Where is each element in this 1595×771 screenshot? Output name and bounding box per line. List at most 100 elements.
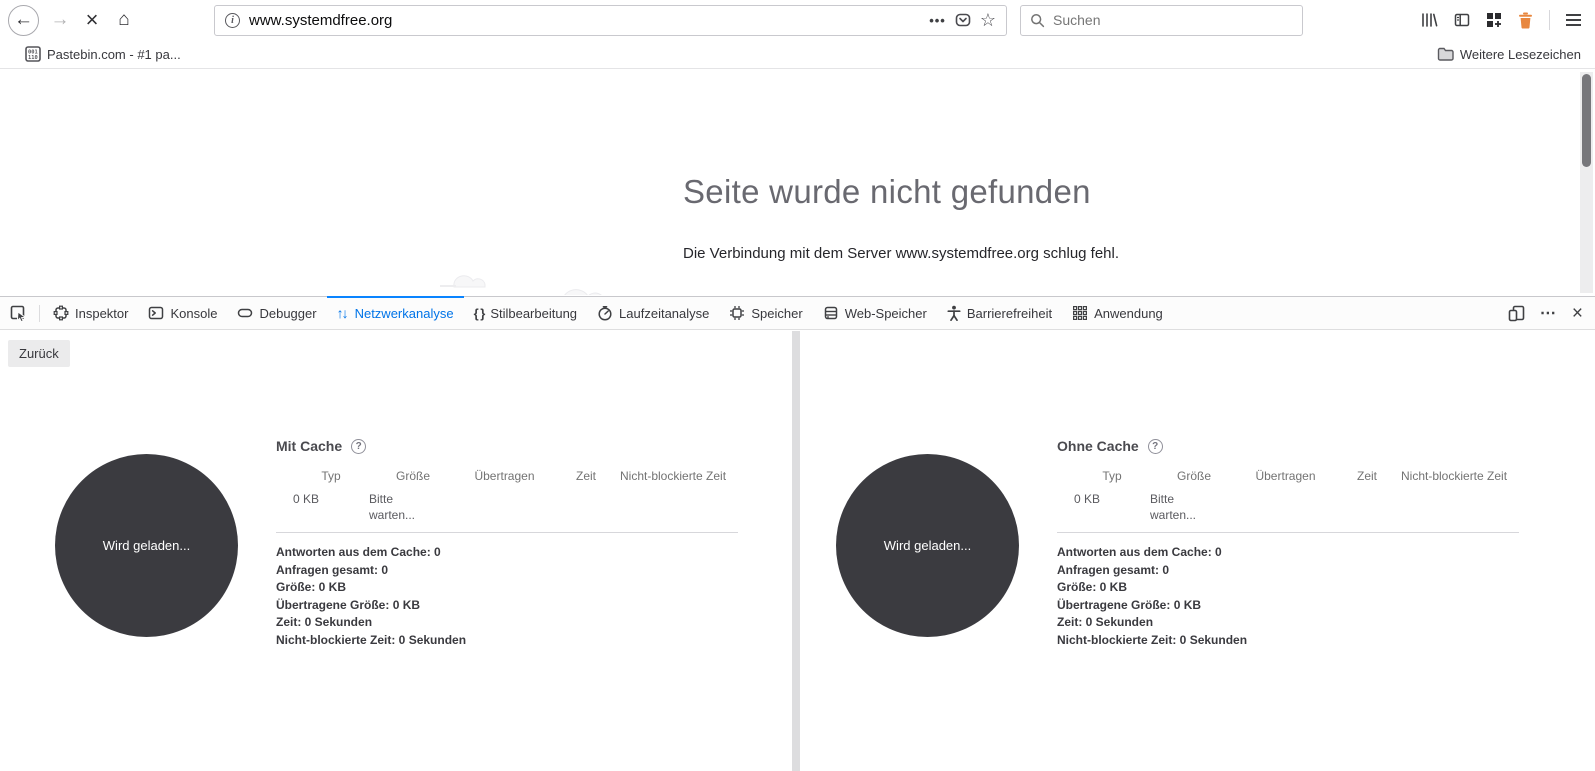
panel-title: Mit Cache: [276, 438, 342, 454]
pick-element-button[interactable]: [0, 297, 36, 329]
tab-label: Laufzeitanalyse: [619, 306, 709, 321]
tab-web-speicher[interactable]: Web-Speicher: [813, 297, 937, 329]
tab-label: Web-Speicher: [845, 306, 927, 321]
devtools-toolbar-right: ⋯ ×: [1508, 303, 1595, 323]
table-divider: [1057, 532, 1519, 533]
stat-line: Zeit: 0 Sekunden: [276, 614, 738, 632]
tab-speicher[interactable]: Speicher: [719, 297, 812, 329]
more-bookmarks-button[interactable]: Weitere Lesezeichen: [1437, 47, 1581, 62]
tab-label: Barrierefreiheit: [967, 306, 1052, 321]
search-input[interactable]: [1053, 12, 1293, 28]
page-actions-icon[interactable]: •••: [929, 13, 946, 28]
debugger-icon: [237, 305, 253, 321]
error-title: Seite wurde nicht gefunden: [683, 173, 1091, 211]
toolbar-separator: [1549, 10, 1550, 30]
sidebar-icon[interactable]: [1454, 12, 1470, 28]
tabbar-separator: [39, 305, 40, 322]
back-icon: ←: [14, 9, 33, 31]
forward-button[interactable]: →: [44, 4, 76, 36]
devtools-back-button[interactable]: Zurück: [8, 340, 70, 367]
style-editor-icon: { }: [474, 306, 485, 321]
devtools-tabbar: Inspektor Konsole Debugger ↑↓ Netzwerkan…: [0, 297, 1595, 330]
responsive-mode-icon[interactable]: [1508, 305, 1525, 322]
devtools-menu-icon[interactable]: ⋯: [1540, 303, 1557, 323]
loading-pie-chart: Wird geladen...: [55, 454, 238, 637]
col-uebertragen: Übertragen: [1238, 468, 1333, 484]
tab-netzwerkanalyse[interactable]: ↑↓ Netzwerkanalyse: [327, 297, 464, 329]
page-content: Seite wurde nicht gefunden Die Verbindun…: [0, 69, 1595, 295]
search-icon: [1030, 13, 1045, 28]
tab-label: Speicher: [751, 306, 802, 321]
row-size: 0 KB: [293, 491, 369, 523]
error-illustration: [440, 264, 680, 295]
cache-table: Ohne Cache ? Typ Größe Übertragen Zeit N…: [1057, 438, 1519, 649]
menu-icon[interactable]: [1566, 14, 1581, 26]
tab-barrierefreiheit[interactable]: Barrierefreiheit: [937, 297, 1062, 329]
library-icon[interactable]: [1421, 12, 1438, 28]
tab-label: Stilbearbeitung: [490, 306, 577, 321]
storage-icon: [823, 305, 839, 321]
stat-line: Zeit: 0 Sekunden: [1057, 614, 1519, 632]
network-performance-view: Zurück Wird geladen... Mit Cache ? Typ G…: [0, 331, 1595, 771]
col-typ: Typ: [293, 468, 369, 484]
stop-button[interactable]: ×: [76, 4, 108, 36]
home-button[interactable]: ⌂: [108, 4, 140, 36]
memory-icon: [729, 305, 745, 321]
tab-stilbearbeitung[interactable]: { } Stilbearbeitung: [464, 297, 587, 329]
col-nicht-blockierte-zeit: Nicht-blockierte Zeit: [1401, 468, 1519, 484]
pocket-icon[interactable]: [955, 12, 971, 28]
bookmark-item[interactable]: 001110 Pastebin.com - #1 pa...: [25, 46, 181, 62]
help-icon[interactable]: ?: [1148, 439, 1163, 454]
forward-icon: →: [51, 9, 70, 31]
stat-line: Anfragen gesamt: 0: [1057, 562, 1519, 580]
folder-icon: [1437, 47, 1454, 61]
browser-toolbar: ← → × ⌂ i www.systemdfree.org ••• ☆: [0, 0, 1595, 40]
performance-icon: [597, 305, 613, 321]
search-bar[interactable]: [1020, 5, 1303, 36]
stat-line: Größe: 0 KB: [1057, 579, 1519, 597]
tab-debugger[interactable]: Debugger: [227, 297, 326, 329]
site-info-icon[interactable]: i: [225, 13, 240, 28]
back-button[interactable]: ←: [8, 5, 39, 36]
col-typ: Typ: [1074, 468, 1150, 484]
url-bar[interactable]: i www.systemdfree.org ••• ☆: [214, 5, 1007, 36]
stat-line: Antworten aus dem Cache: 0: [1057, 544, 1519, 562]
tab-label: Inspektor: [75, 306, 128, 321]
summary-stats: Antworten aus dem Cache: 0 Anfragen gesa…: [276, 544, 738, 649]
row-status: Bitte warten...: [1150, 491, 1202, 523]
scrollbar-thumb[interactable]: [1582, 74, 1591, 167]
application-icon: [1072, 305, 1088, 321]
bookmark-star-icon[interactable]: ☆: [980, 10, 996, 31]
help-icon[interactable]: ?: [351, 439, 366, 454]
tab-inspektor[interactable]: Inspektor: [43, 297, 138, 329]
url-text[interactable]: www.systemdfree.org: [249, 12, 920, 29]
cache-table: Mit Cache ? Typ Größe Übertragen Zeit Ni…: [276, 438, 738, 649]
page-scrollbar[interactable]: [1580, 72, 1593, 293]
row-status: Bitte warten...: [369, 491, 421, 523]
inspector-icon: [53, 305, 69, 321]
panel-title: Ohne Cache: [1057, 438, 1139, 454]
stop-icon: ×: [86, 7, 99, 33]
col-groesse: Größe: [369, 468, 457, 484]
extension-squares-icon[interactable]: [1486, 12, 1502, 28]
tab-konsole[interactable]: Konsole: [138, 297, 227, 329]
more-bookmarks-label: Weitere Lesezeichen: [1460, 47, 1581, 62]
network-icon: ↑↓: [337, 305, 347, 321]
table-header-row: Typ Größe Übertragen Zeit Nicht-blockier…: [276, 468, 738, 484]
tab-laufzeitanalyse[interactable]: Laufzeitanalyse: [587, 297, 719, 329]
tab-anwendung[interactable]: Anwendung: [1062, 297, 1173, 329]
pane-mit-cache: Zurück Wird geladen... Mit Cache ? Typ G…: [0, 331, 792, 771]
accessibility-icon: [947, 305, 961, 321]
col-zeit: Zeit: [1333, 468, 1401, 484]
pane-divider[interactable]: [792, 331, 800, 771]
col-nicht-blockierte-zeit: Nicht-blockierte Zeit: [620, 468, 738, 484]
console-icon: [148, 305, 164, 321]
table-row: 0 KB Bitte warten...: [1057, 491, 1519, 523]
tab-label: Netzwerkanalyse: [355, 306, 454, 321]
bookmark-label: Pastebin.com - #1 pa...: [47, 47, 181, 62]
trash-extension-icon[interactable]: [1518, 12, 1533, 29]
devtools-close-icon[interactable]: ×: [1572, 304, 1583, 323]
col-uebertragen: Übertragen: [457, 468, 552, 484]
tab-label: Anwendung: [1094, 306, 1163, 321]
summary-stats: Antworten aus dem Cache: 0 Anfragen gesa…: [1057, 544, 1519, 649]
